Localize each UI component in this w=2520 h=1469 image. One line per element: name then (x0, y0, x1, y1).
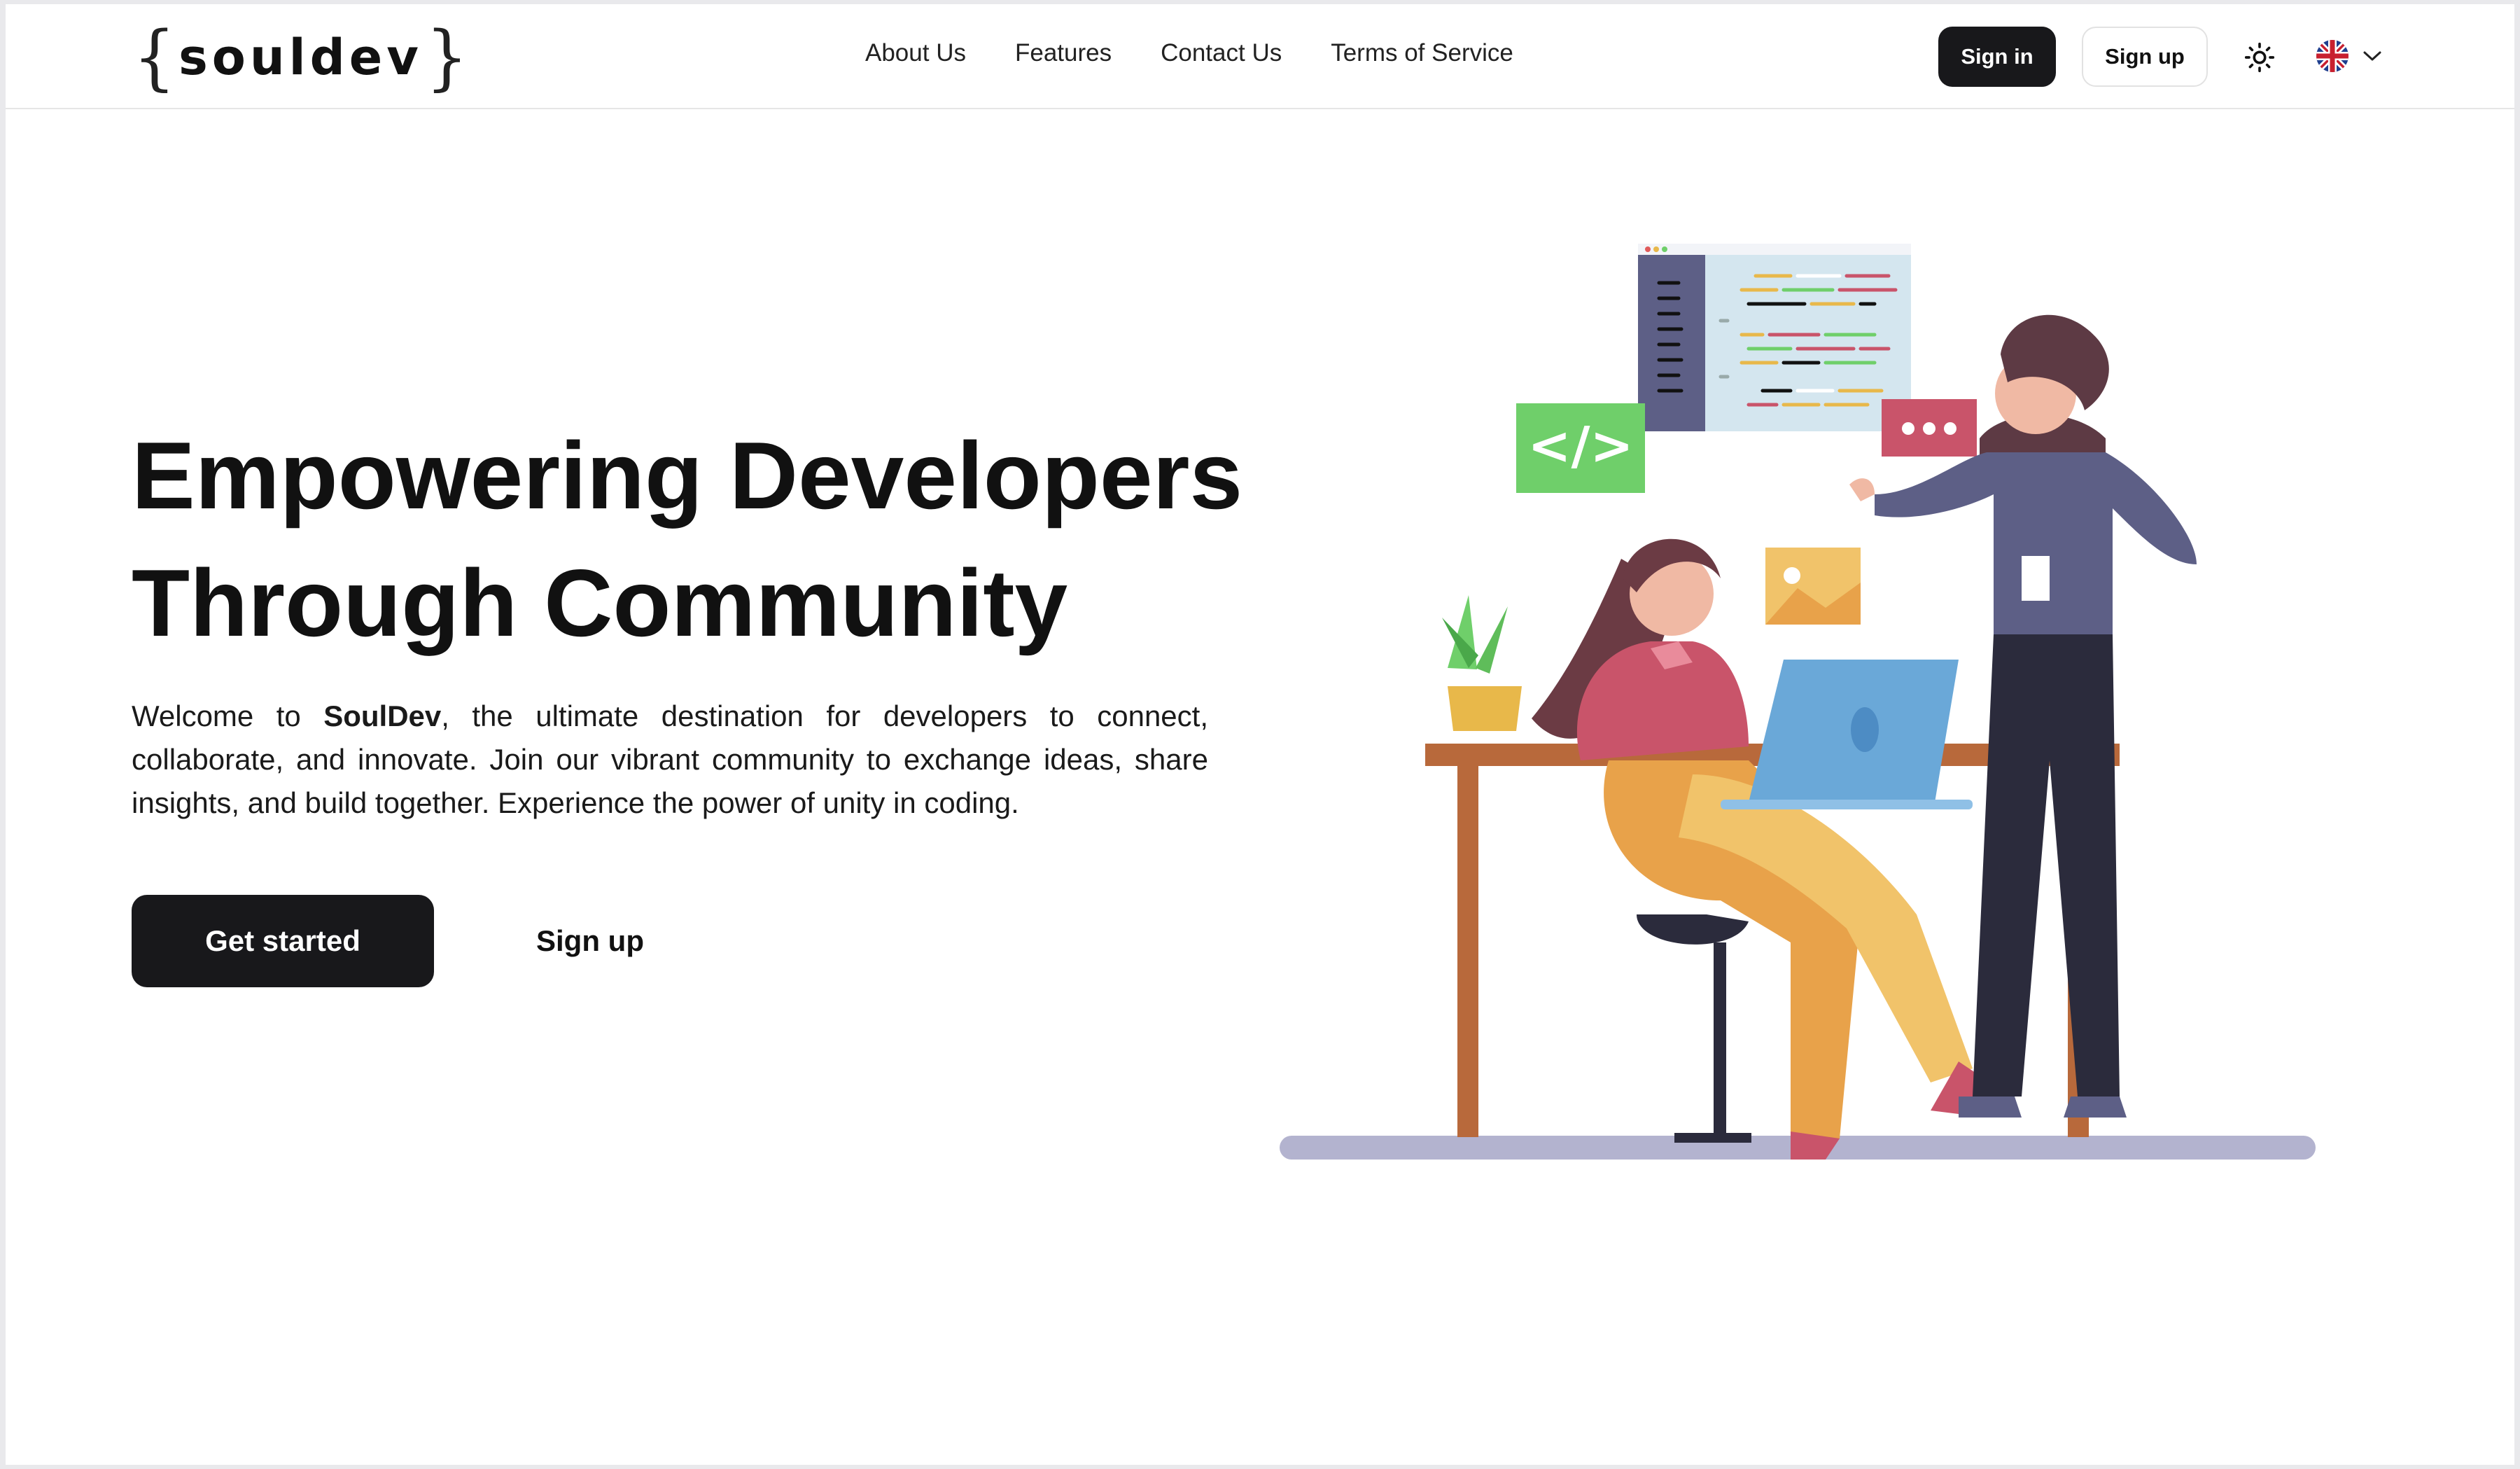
browser-viewport: { souldev } About Us Features Contact Us… (6, 4, 2514, 1465)
hero-title-line-1: Empowering Developers (132, 422, 1243, 529)
code-badge-text: </> (1527, 416, 1633, 476)
logo-brace-close: } (425, 16, 468, 99)
get-started-button[interactable]: Get started (132, 895, 434, 987)
chat-bubble-icon (1882, 399, 1977, 457)
main-nav: About Us Features Contact Us Terms of Se… (865, 39, 1513, 67)
sign-up-hero-button[interactable]: Sign up (489, 895, 692, 987)
sign-up-nav-button[interactable]: Sign up (2082, 27, 2208, 87)
logo-text: souldev (178, 29, 423, 86)
nav-link-features[interactable]: Features (1015, 39, 1112, 67)
navbar: { souldev } About Us Features Contact Us… (6, 4, 2514, 109)
hero-title-line-2: Through Community (132, 550, 1068, 656)
chevron-down-icon (2362, 49, 2383, 67)
language-selector[interactable] (2316, 39, 2398, 76)
brand-logo[interactable]: { souldev } (133, 16, 468, 99)
nav-link-about-us[interactable]: About Us (865, 39, 966, 67)
logo-brace-open: { (133, 16, 176, 99)
uk-flag-icon (2316, 39, 2349, 76)
chair (1637, 914, 1751, 1143)
hero-title: Empowering Developers Through Community (132, 412, 1322, 667)
code-badge: </> (1516, 403, 1645, 493)
sign-in-button[interactable]: Sign in (1938, 27, 2056, 87)
nav-link-contact-us[interactable]: Contact Us (1161, 39, 1282, 67)
code-editor-window (1638, 244, 1911, 431)
hero-desc-prefix: Welcome to (132, 699, 324, 732)
plant-pot (1442, 595, 1522, 731)
hero-desc-brand: SoulDev (323, 699, 442, 732)
hero-illustration: </> (1280, 244, 2316, 1160)
image-card-icon (1765, 548, 1861, 625)
sun-icon[interactable] (2244, 42, 2275, 73)
hero-description: Welcome to SoulDev, the ultimate destina… (132, 695, 1208, 825)
nav-link-terms-of-service[interactable]: Terms of Service (1331, 39, 1513, 67)
laptop-icon (1721, 660, 1973, 809)
